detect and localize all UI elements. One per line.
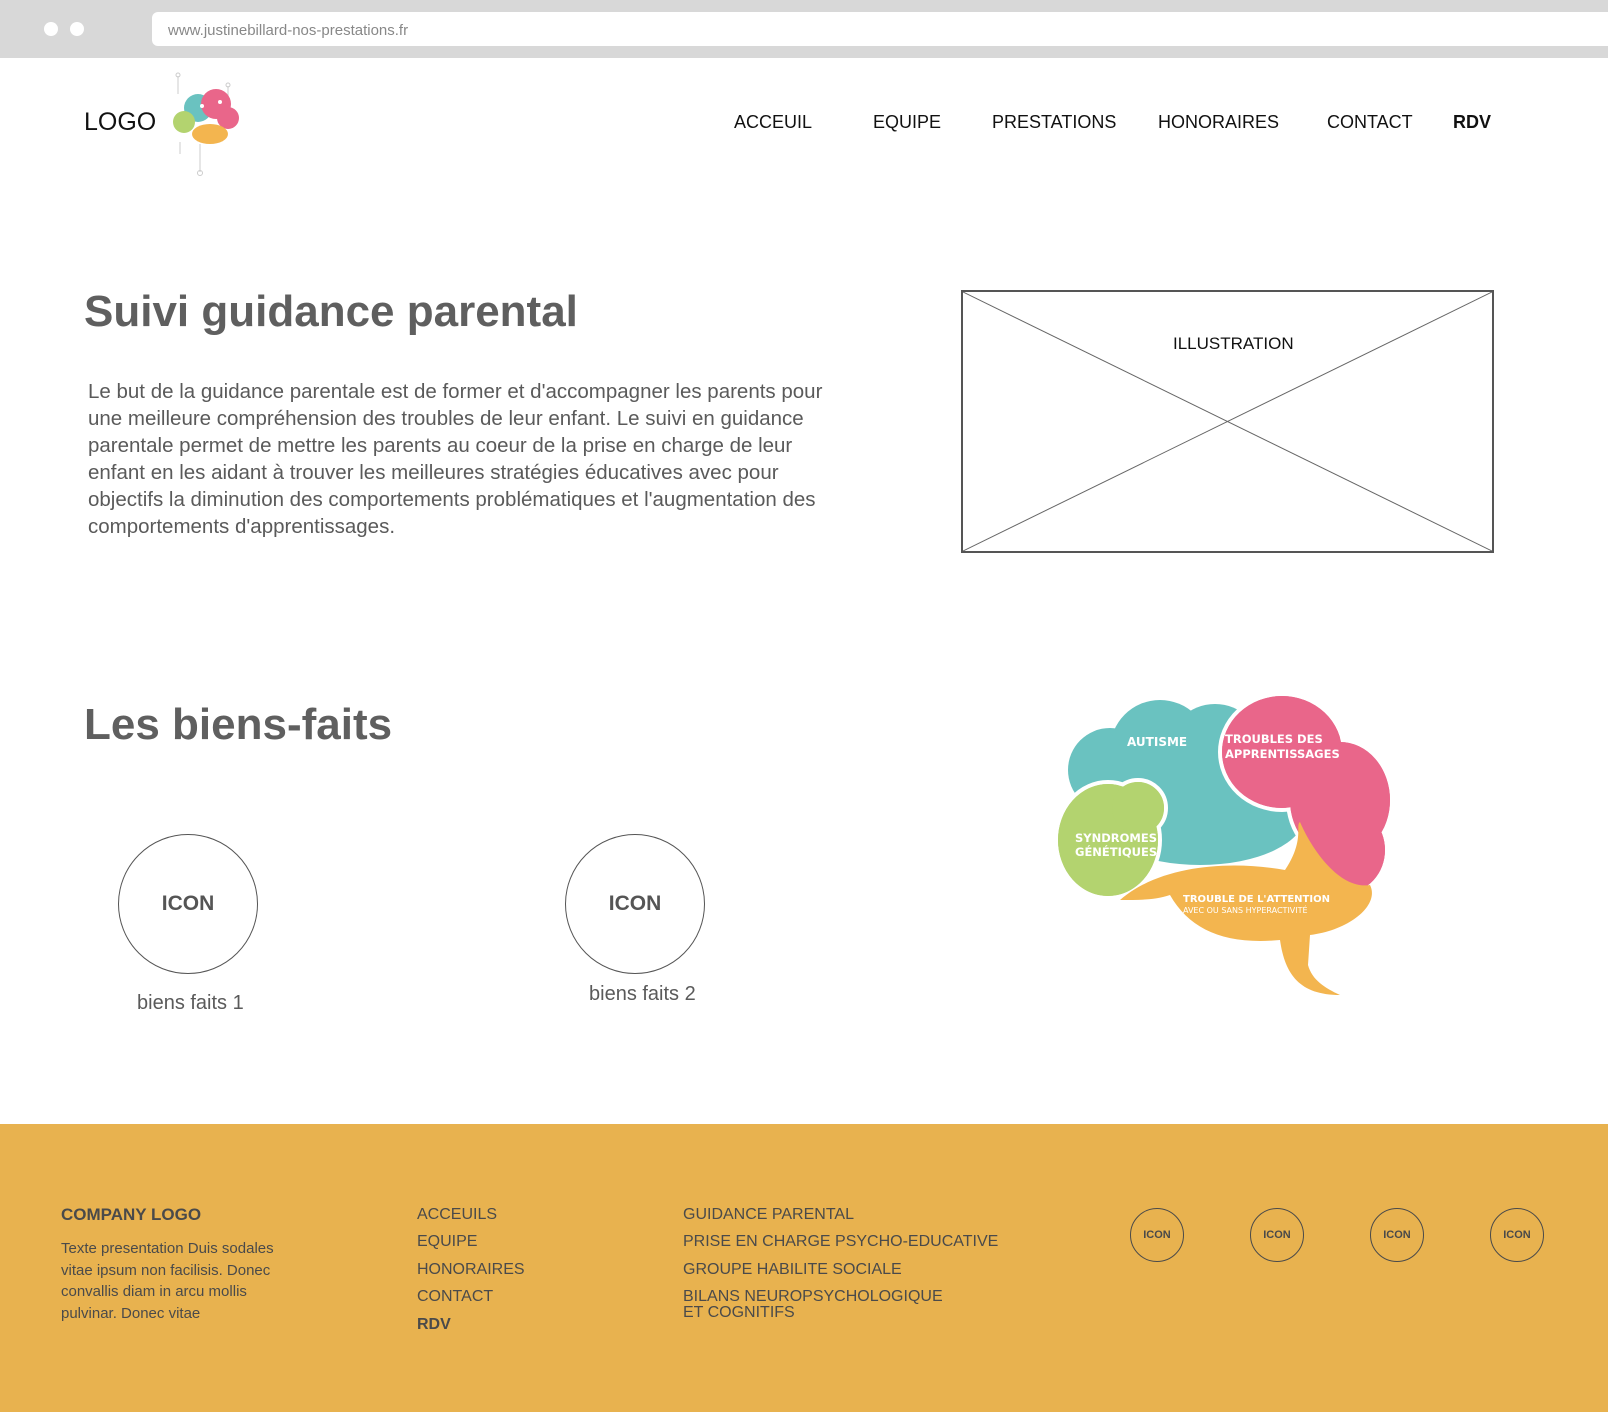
- nav-item-honoraires[interactable]: HONORAIRES: [1158, 112, 1279, 133]
- footer-link-contact[interactable]: CONTACT: [417, 1288, 493, 1306]
- footer-company-logo[interactable]: COMPANY LOGO: [61, 1205, 201, 1225]
- site-logo-text[interactable]: LOGO: [84, 108, 156, 137]
- benefit-icon-label: ICON: [608, 892, 662, 915]
- page-title: Suivi guidance parental: [84, 287, 578, 336]
- footer-service-bilans[interactable]: BILANS NEUROPSYCHOLOGIQUE ET COGNITIFS: [683, 1289, 963, 1321]
- footer-service-guidance[interactable]: GUIDANCE PARENTAL: [683, 1206, 854, 1224]
- illustration-placeholder: [961, 290, 1494, 553]
- brain-label-troubles-1: TROUBLES DES: [1225, 732, 1323, 746]
- footer-link-acceuils[interactable]: ACCEUILS: [417, 1206, 497, 1224]
- social-icon-label: ICON: [1263, 1229, 1291, 1241]
- benefits-title: Les biens-faits: [84, 700, 393, 749]
- brain-label-syndromes-2: GÉNÉTIQUES: [1075, 844, 1157, 859]
- benefit-icon-label: ICON: [161, 892, 215, 915]
- nav-item-acceuil[interactable]: ACCEUIL: [734, 112, 812, 133]
- benefit-label-2: biens faits 2: [589, 983, 696, 1005]
- brain-label-attention-1: TROUBLE DE L'ATTENTION: [1183, 894, 1330, 905]
- footer-service-habilite-sociale[interactable]: GROUPE HABILITE SOCIALE: [683, 1261, 902, 1279]
- nav-item-prestations[interactable]: PRESTATIONS: [992, 112, 1116, 133]
- nav-item-rdv[interactable]: RDV: [1453, 112, 1491, 133]
- brain-label-attention-2: AVEC OU SANS HYPERACTIVITÉ: [1183, 904, 1308, 915]
- social-icon-2[interactable]: ICON: [1250, 1208, 1304, 1262]
- social-icon-1[interactable]: ICON: [1130, 1208, 1184, 1262]
- benefit-label-1: biens faits 1: [137, 992, 244, 1014]
- brain-label-autisme: AUTISME: [1127, 735, 1187, 749]
- placeholder-cross-icon: [963, 292, 1492, 551]
- brain-logo-icon: [173, 72, 239, 176]
- address-bar-url: www.justinebillard-nos-prestations.fr: [168, 22, 409, 39]
- window-control-dot[interactable]: [44, 22, 58, 36]
- benefit-icon-2: ICON: [565, 834, 705, 974]
- social-icon-label: ICON: [1503, 1229, 1531, 1241]
- social-icon-4[interactable]: ICON: [1490, 1208, 1544, 1262]
- nav-item-equipe[interactable]: EQUIPE: [873, 112, 941, 133]
- footer-link-honoraires[interactable]: HONORAIRES: [417, 1261, 525, 1279]
- footer-presentation-text: Texte presentation Duis sodales vitae ip…: [61, 1240, 274, 1322]
- social-icon-3[interactable]: ICON: [1370, 1208, 1424, 1262]
- illustration-label: ILLUSTRATION: [1173, 334, 1294, 353]
- window-control-dot[interactable]: [70, 22, 84, 36]
- intro-paragraph: Le but de la guidance parentale est de f…: [88, 380, 823, 538]
- social-icon-label: ICON: [1143, 1229, 1171, 1241]
- brain-label-troubles-2: APPRENTISSAGES: [1225, 747, 1340, 761]
- social-icon-label: ICON: [1383, 1229, 1411, 1241]
- footer-link-rdv[interactable]: RDV: [417, 1316, 451, 1334]
- footer-service-psycho-educative[interactable]: PRISE EN CHARGE PSYCHO-EDUCATIVE: [683, 1233, 998, 1251]
- footer-link-equipe[interactable]: EQUIPE: [417, 1233, 477, 1251]
- brain-illustration: AUTISME TROUBLES DES APPRENTISSAGES SYND…: [1054, 692, 1394, 995]
- nav-item-contact[interactable]: CONTACT: [1327, 112, 1413, 133]
- benefit-icon-1: ICON: [118, 834, 258, 974]
- brain-label-syndromes-1: SYNDROMES: [1075, 831, 1157, 845]
